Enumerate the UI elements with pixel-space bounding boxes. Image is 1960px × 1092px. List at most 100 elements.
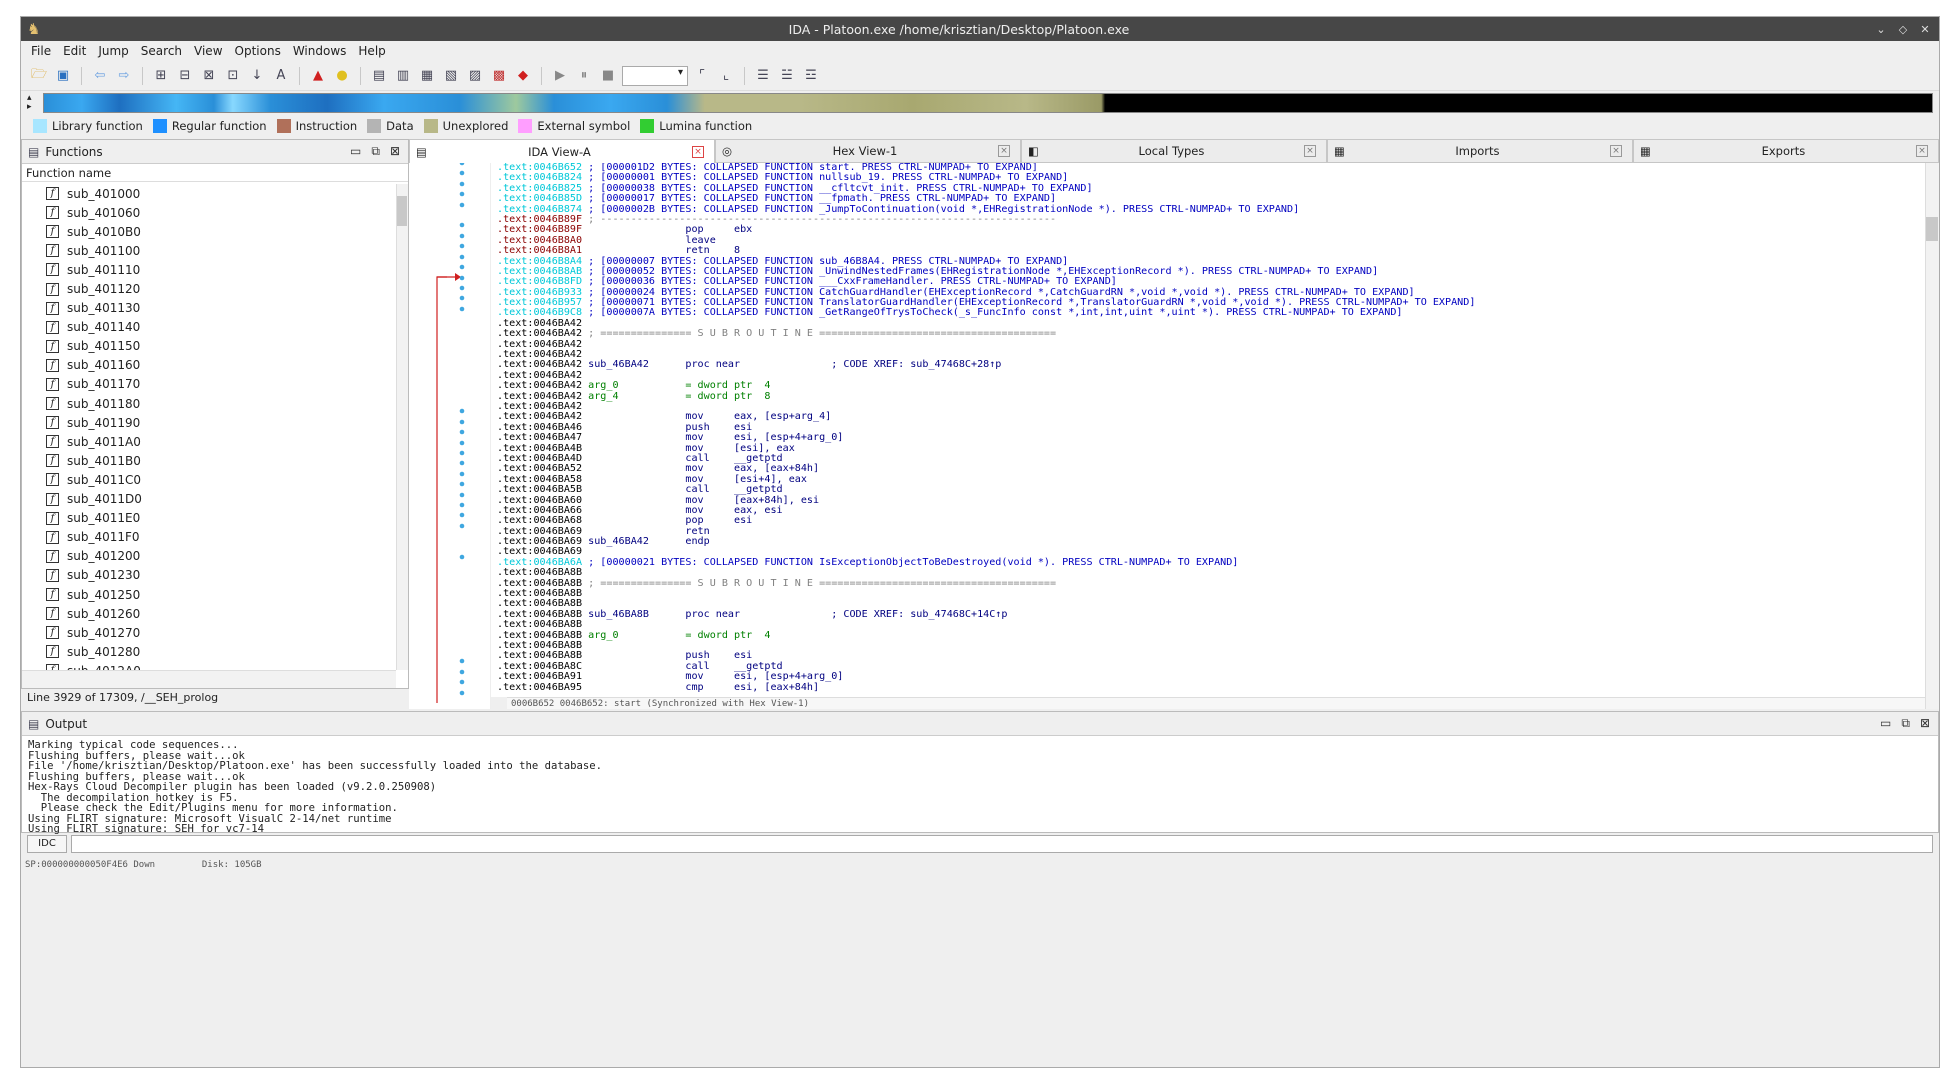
tab-ida-view-a[interactable]: ▤ IDA View-A × xyxy=(409,139,715,163)
restore-icon[interactable]: ▭ xyxy=(350,144,361,159)
maximize-icon[interactable]: ◇ xyxy=(1895,23,1911,36)
code-line[interactable]: .text:0046BA8B ; =============== S U B R… xyxy=(491,578,1925,589)
list-left-icon[interactable]: ☱ xyxy=(777,66,797,86)
graph-icon[interactable]: ⊞ xyxy=(151,66,171,86)
menu-jump[interactable]: Jump xyxy=(92,44,134,58)
function-list-item[interactable]: f sub_4011F0 xyxy=(22,528,396,547)
function-list-item[interactable]: f sub_401190 xyxy=(22,413,396,432)
function-list-item[interactable]: f sub_4010B0 xyxy=(22,222,396,241)
function-list-item[interactable]: f sub_401270 xyxy=(22,623,396,642)
function-list-item[interactable]: f sub_401120 xyxy=(22,279,396,298)
functions-vertical-scrollbar[interactable] xyxy=(396,184,408,670)
debugger-select[interactable]: ▾ xyxy=(622,65,688,86)
function-list-item[interactable]: f sub_401230 xyxy=(22,566,396,585)
menu-help[interactable]: Help xyxy=(352,44,391,58)
code-line[interactable]: .text:0046BA8B sub_46BA8B proc near ; CO… xyxy=(491,609,1925,620)
forward-icon[interactable]: ⇨ xyxy=(114,66,134,86)
function-list-item[interactable]: f sub_4011B0 xyxy=(22,451,396,470)
function-list-item[interactable]: f sub_401140 xyxy=(22,318,396,337)
output-float-icon[interactable]: ⧉ xyxy=(1901,716,1910,731)
function-list-item[interactable]: f sub_4011A0 xyxy=(22,432,396,451)
close-icon[interactable]: ✕ xyxy=(1917,23,1933,36)
function-list-item[interactable]: f sub_4011E0 xyxy=(22,509,396,528)
function-list-item[interactable]: f sub_401130 xyxy=(22,299,396,318)
tab-close-icon[interactable]: × xyxy=(998,145,1010,157)
code-line[interactable]: ▸.text:0046B9C8 ; [0000007A BYTES: COLLA… xyxy=(491,308,1925,318)
code-line[interactable]: .text:0046BA69 sub_46BA42 endp xyxy=(491,536,1925,547)
menu-view[interactable]: View xyxy=(188,44,228,58)
names-icon[interactable]: ▧ xyxy=(441,66,461,86)
tab-close-icon[interactable]: × xyxy=(1916,145,1928,157)
menu-file[interactable]: File xyxy=(25,44,57,58)
tab-close-icon[interactable]: × xyxy=(1304,145,1316,157)
seg-icon[interactable]: ▤ xyxy=(369,66,389,86)
tab-exports[interactable]: ▦ Exports × xyxy=(1633,139,1939,163)
back-icon[interactable]: ⇦ xyxy=(90,66,110,86)
function-list-item[interactable]: f sub_401180 xyxy=(22,394,396,413)
function-list-item[interactable]: f sub_4011D0 xyxy=(22,490,396,509)
code-line[interactable]: ▸.text:0046BA6A ; [00000021 BYTES: COLLA… xyxy=(491,557,1925,568)
output-restore-icon[interactable]: ▭ xyxy=(1880,716,1891,731)
down-arrow-icon[interactable]: ↓ xyxy=(247,66,267,86)
circle-icon[interactable]: ● xyxy=(332,66,352,86)
menu-edit[interactable]: Edit xyxy=(57,44,92,58)
tab-imports[interactable]: ▦ Imports × xyxy=(1327,139,1633,163)
code-line[interactable]: .text:0046BA95 cmp esi, [eax+84h] xyxy=(491,682,1925,693)
enum-icon[interactable]: ▦ xyxy=(417,66,437,86)
play-icon[interactable]: ▶ xyxy=(550,66,570,86)
proximity-icon[interactable]: ⊡ xyxy=(223,66,243,86)
calls-icon[interactable]: ⊠ xyxy=(199,66,219,86)
function-list-item[interactable]: f sub_401150 xyxy=(22,337,396,356)
tab-close-icon[interactable]: × xyxy=(692,145,704,158)
code-line[interactable]: .text:0046BA42 xyxy=(491,339,1925,350)
strings-icon[interactable]: ▨ xyxy=(465,66,485,86)
pause-icon[interactable]: ⏸ xyxy=(574,66,594,86)
function-list-item[interactable]: f sub_401100 xyxy=(22,241,396,260)
idc-language-button[interactable]: IDC xyxy=(27,835,67,853)
text-icon[interactable]: A xyxy=(271,66,291,86)
open-icon[interactable]: 🗁 xyxy=(29,66,49,86)
function-list-item[interactable]: f sub_401250 xyxy=(22,585,396,604)
function-list-item[interactable]: f sub_401060 xyxy=(22,203,396,222)
command-input[interactable] xyxy=(71,835,1933,853)
tab-hex-view-1[interactable]: ◎ Hex View-1 × xyxy=(715,139,1021,163)
stop-sign-icon[interactable]: ▲ xyxy=(308,66,328,86)
navigation-strip[interactable] xyxy=(43,93,1933,113)
function-list-item[interactable]: f sub_401170 xyxy=(22,375,396,394)
tab-local-types[interactable]: ◧ Local Types × xyxy=(1021,139,1327,163)
function-list-item[interactable]: f sub_401260 xyxy=(22,604,396,623)
code-line[interactable]: .text:0046BA42 arg_4 = dword ptr 8 xyxy=(491,391,1925,402)
list-right-icon[interactable]: ☲ xyxy=(801,66,821,86)
menu-options[interactable]: Options xyxy=(229,44,287,58)
function-name-column-header[interactable]: Function name xyxy=(22,164,408,182)
function-list-item[interactable]: f sub_401110 xyxy=(22,260,396,279)
save-icon[interactable]: ▣ xyxy=(53,66,73,86)
disassembly-listing[interactable]: ▸.text:0046B652 ; [000001D2 BYTES: COLLA… xyxy=(491,163,1925,697)
patch-icon[interactable]: ▩ xyxy=(489,66,509,86)
list-icon[interactable]: ☰ xyxy=(753,66,773,86)
function-list-item[interactable]: f sub_4011C0 xyxy=(22,470,396,489)
code-line[interactable]: .text:0046BA42 ; =============== S U B R… xyxy=(491,329,1925,339)
disassembly-scrollbar[interactable] xyxy=(1925,163,1939,709)
struct-icon[interactable]: ▥ xyxy=(393,66,413,86)
float-icon[interactable]: ⧉ xyxy=(371,144,380,159)
functions-horizontal-scrollbar[interactable] xyxy=(22,670,396,688)
menu-windows[interactable]: Windows xyxy=(287,44,353,58)
stop-icon[interactable]: ■ xyxy=(598,66,618,86)
nav-arrows-icon[interactable]: ▴ ▸ xyxy=(27,94,37,112)
tab-close-icon[interactable]: × xyxy=(1610,145,1622,157)
menu-search[interactable]: Search xyxy=(135,44,188,58)
function-list-item[interactable]: fsub_4012A0 xyxy=(22,661,396,670)
code-line[interactable]: .text:0046BA8B xyxy=(491,588,1925,599)
output-close-icon[interactable]: ⊠ xyxy=(1920,716,1930,731)
function-list-item[interactable]: f sub_401000 xyxy=(22,184,396,203)
function-list-item[interactable]: f sub_401200 xyxy=(22,547,396,566)
code-line[interactable]: .text:0046BA8B arg_0 = dword ptr 4 xyxy=(491,630,1925,641)
code-line[interactable]: .text:0046BA42 sub_46BA42 proc near ; CO… xyxy=(491,360,1925,370)
xrefs-icon[interactable]: ⊟ xyxy=(175,66,195,86)
function-list-item[interactable]: f sub_401160 xyxy=(22,356,396,375)
function-list-item[interactable]: f sub_401280 xyxy=(22,642,396,661)
trace2-icon[interactable]: ⌞ xyxy=(716,66,736,86)
diamond-icon[interactable]: ◆ xyxy=(513,66,533,86)
close-panel-icon[interactable]: ⊠ xyxy=(390,144,400,159)
